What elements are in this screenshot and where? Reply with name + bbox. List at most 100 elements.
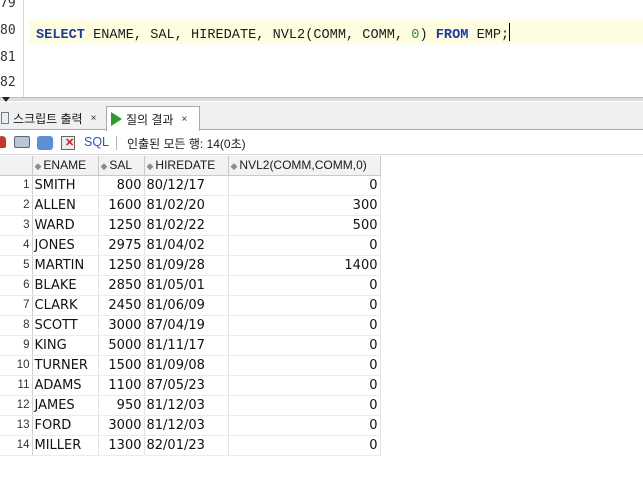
cell-ename[interactable]: TURNER bbox=[32, 355, 99, 376]
cell-sal[interactable]: 1500 bbox=[98, 355, 145, 376]
cell-hiredate[interactable]: 82/01/23 bbox=[144, 435, 229, 456]
cell-nvl2[interactable]: 0 bbox=[228, 175, 381, 196]
cell-nvl2[interactable]: 0 bbox=[228, 235, 381, 256]
table-row[interactable]: 4 JONES 2975 81/04/02 0 bbox=[0, 235, 381, 256]
row-number[interactable]: 14 bbox=[0, 435, 33, 456]
cell-sal[interactable]: 3000 bbox=[98, 415, 145, 436]
table-row[interactable]: 10 TURNER 1500 81/09/08 0 bbox=[0, 355, 381, 376]
cell-nvl2[interactable]: 1400 bbox=[228, 255, 381, 276]
cell-hiredate[interactable]: 81/12/03 bbox=[144, 395, 229, 416]
row-number[interactable]: 11 bbox=[0, 375, 33, 396]
column-header-ename[interactable]: ◆ ENAME bbox=[32, 156, 99, 176]
row-number[interactable]: 3 bbox=[0, 215, 33, 236]
cell-sal[interactable]: 1300 bbox=[98, 435, 145, 456]
cell-nvl2[interactable]: 500 bbox=[228, 215, 381, 236]
table-row[interactable]: 13 FORD 3000 81/12/03 0 bbox=[0, 415, 381, 436]
table-row[interactable]: 14 MILLER 1300 82/01/23 0 bbox=[0, 435, 381, 456]
cell-hiredate[interactable]: 81/12/03 bbox=[144, 415, 229, 436]
cell-sal[interactable]: 1600 bbox=[98, 195, 145, 216]
table-row[interactable]: 3 WARD 1250 81/02/22 500 bbox=[0, 215, 381, 236]
cell-ename[interactable]: FORD bbox=[32, 415, 99, 436]
table-row[interactable]: 2 ALLEN 1600 81/02/20 300 bbox=[0, 195, 381, 216]
tab-script-output[interactable]: 스크립트 출력 × bbox=[0, 106, 101, 130]
cell-nvl2[interactable]: 0 bbox=[228, 275, 381, 296]
column-header-nvl2[interactable]: ◆ NVL2(COMM,COMM,0) bbox=[228, 156, 381, 176]
sort-icon[interactable]: ◆ bbox=[147, 161, 154, 171]
table-row[interactable]: 12 JAMES 950 81/12/03 0 bbox=[0, 395, 381, 416]
sort-icon[interactable]: ◆ bbox=[35, 161, 42, 171]
refresh-icon[interactable] bbox=[37, 136, 53, 150]
row-number[interactable]: 8 bbox=[0, 315, 33, 336]
row-number[interactable]: 10 bbox=[0, 355, 33, 376]
cell-nvl2[interactable]: 0 bbox=[228, 435, 381, 456]
cell-ename[interactable]: BLAKE bbox=[32, 275, 99, 296]
cell-hiredate[interactable]: 80/12/17 bbox=[144, 175, 229, 196]
sort-icon[interactable]: ◆ bbox=[231, 161, 238, 171]
sql-editor[interactable]: 79 80 81 82 SELECT ENAME, SAL, HIREDATE,… bbox=[0, 0, 643, 97]
cell-sal[interactable]: 2975 bbox=[98, 235, 145, 256]
cell-sal[interactable]: 800 bbox=[98, 175, 145, 196]
cell-ename[interactable]: SMITH bbox=[32, 175, 99, 196]
row-number[interactable]: 13 bbox=[0, 415, 33, 436]
cell-nvl2[interactable]: 300 bbox=[228, 195, 381, 216]
sql-statement[interactable]: SELECT ENAME, SAL, HIREDATE, NVL2(COMM, … bbox=[36, 23, 511, 43]
row-number[interactable]: 9 bbox=[0, 335, 33, 356]
print-icon[interactable] bbox=[14, 136, 30, 148]
cell-sal[interactable]: 950 bbox=[98, 395, 145, 416]
cell-hiredate[interactable]: 81/06/09 bbox=[144, 295, 229, 316]
pin-icon[interactable] bbox=[0, 136, 6, 148]
cell-sal[interactable]: 2450 bbox=[98, 295, 145, 316]
cell-ename[interactable]: ALLEN bbox=[32, 195, 99, 216]
cell-sal[interactable]: 1250 bbox=[98, 215, 145, 236]
cell-ename[interactable]: ADAMS bbox=[32, 375, 99, 396]
close-icon[interactable]: × bbox=[91, 113, 97, 124]
cell-hiredate[interactable]: 81/09/08 bbox=[144, 355, 229, 376]
cell-sal[interactable]: 3000 bbox=[98, 315, 145, 336]
sort-icon[interactable]: ◆ bbox=[101, 161, 108, 171]
table-row[interactable]: 6 BLAKE 2850 81/05/01 0 bbox=[0, 275, 381, 296]
cell-hiredate[interactable]: 81/02/22 bbox=[144, 215, 229, 236]
cell-nvl2[interactable]: 0 bbox=[228, 315, 381, 336]
table-row[interactable]: 5 MARTIN 1250 81/09/28 1400 bbox=[0, 255, 381, 276]
table-row[interactable]: 9 KING 5000 81/11/17 0 bbox=[0, 335, 381, 356]
row-number[interactable]: 1 bbox=[0, 175, 33, 196]
table-row[interactable]: 11 ADAMS 1100 87/05/23 0 bbox=[0, 375, 381, 396]
cell-ename[interactable]: MILLER bbox=[32, 435, 99, 456]
cell-nvl2[interactable]: 0 bbox=[228, 295, 381, 316]
cell-hiredate[interactable]: 87/05/23 bbox=[144, 375, 229, 396]
cell-nvl2[interactable]: 0 bbox=[228, 395, 381, 416]
cell-nvl2[interactable]: 0 bbox=[228, 335, 381, 356]
column-header-hiredate[interactable]: ◆ HIREDATE bbox=[144, 156, 229, 176]
cell-hiredate[interactable]: 81/05/01 bbox=[144, 275, 229, 296]
cell-hiredate[interactable]: 81/11/17 bbox=[144, 335, 229, 356]
column-header-sal[interactable]: ◆ SAL bbox=[98, 156, 145, 176]
cell-sal[interactable]: 1250 bbox=[98, 255, 145, 276]
tab-query-result[interactable]: 질의 결과 × bbox=[106, 106, 200, 131]
row-number[interactable]: 5 bbox=[0, 255, 33, 276]
cell-nvl2[interactable]: 0 bbox=[228, 375, 381, 396]
panel-splitter[interactable] bbox=[0, 97, 643, 101]
table-row[interactable]: 7 CLARK 2450 81/06/09 0 bbox=[0, 295, 381, 316]
cell-sal[interactable]: 2850 bbox=[98, 275, 145, 296]
cell-ename[interactable]: SCOTT bbox=[32, 315, 99, 336]
table-row[interactable]: 1 SMITH 800 80/12/17 0 bbox=[0, 175, 381, 196]
cell-nvl2[interactable]: 0 bbox=[228, 355, 381, 376]
cell-ename[interactable]: CLARK bbox=[32, 295, 99, 316]
cell-hiredate[interactable]: 87/04/19 bbox=[144, 315, 229, 336]
row-number[interactable]: 2 bbox=[0, 195, 33, 216]
close-icon[interactable]: × bbox=[182, 114, 188, 125]
row-number[interactable]: 12 bbox=[0, 395, 33, 416]
cell-hiredate[interactable]: 81/04/02 bbox=[144, 235, 229, 256]
cell-sal[interactable]: 1100 bbox=[98, 375, 145, 396]
row-number[interactable]: 6 bbox=[0, 275, 33, 296]
delete-icon[interactable] bbox=[61, 136, 75, 150]
cell-ename[interactable]: MARTIN bbox=[32, 255, 99, 276]
sql-button[interactable]: SQL bbox=[84, 135, 109, 149]
cell-ename[interactable]: KING bbox=[32, 335, 99, 356]
row-number[interactable]: 7 bbox=[0, 295, 33, 316]
row-number[interactable]: 4 bbox=[0, 235, 33, 256]
cell-nvl2[interactable]: 0 bbox=[228, 415, 381, 436]
cell-ename[interactable]: JAMES bbox=[32, 395, 99, 416]
cell-sal[interactable]: 5000 bbox=[98, 335, 145, 356]
cell-ename[interactable]: JONES bbox=[32, 235, 99, 256]
